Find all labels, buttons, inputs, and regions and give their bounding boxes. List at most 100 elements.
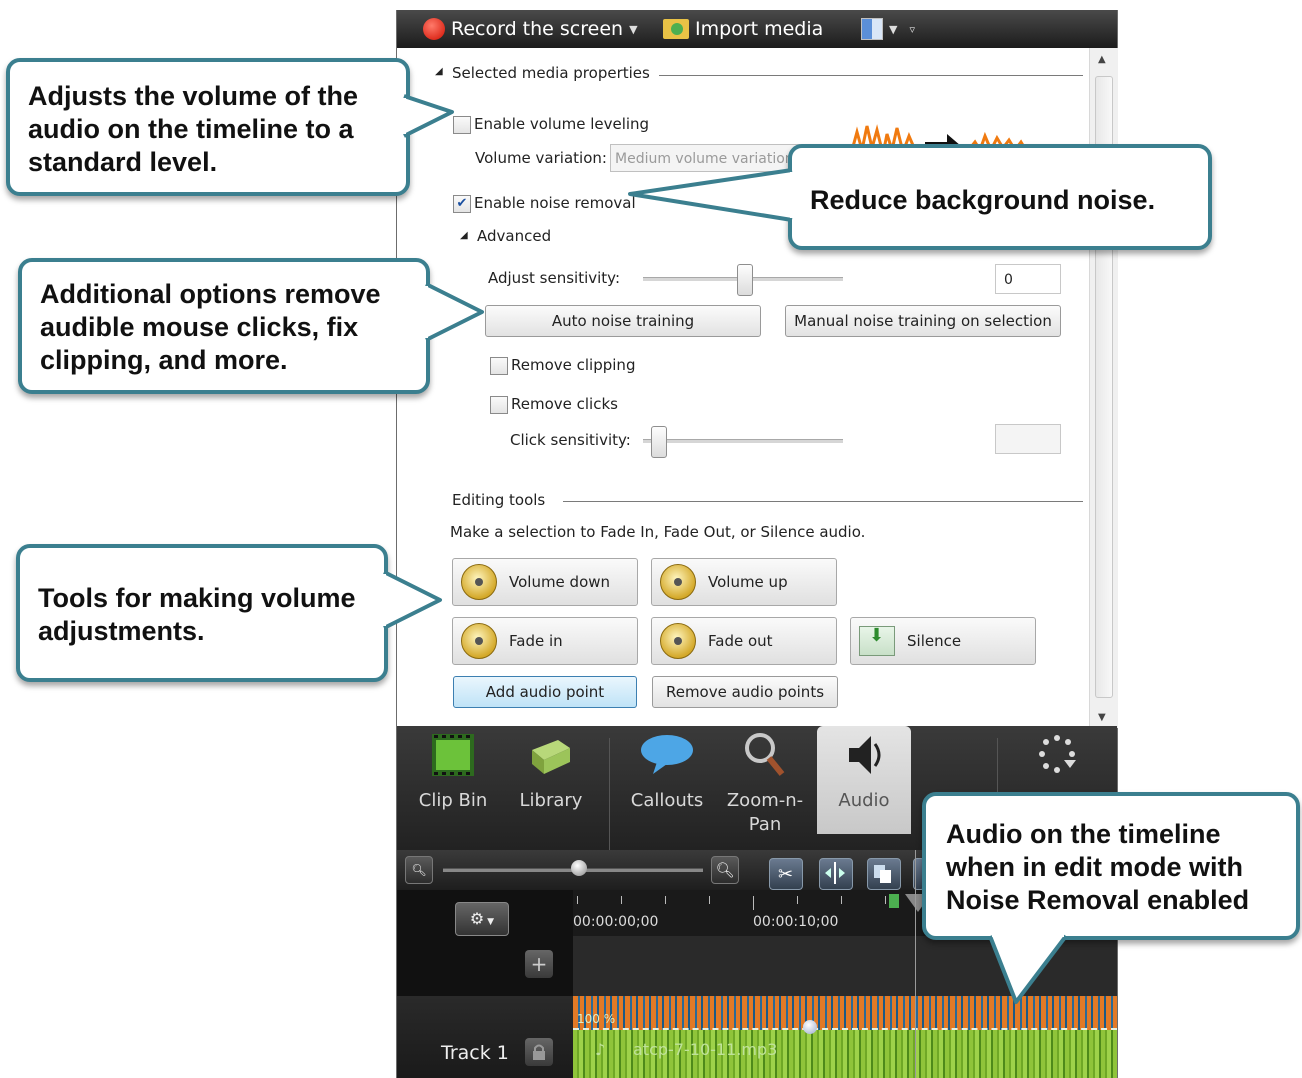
more-tabs-button[interactable] xyxy=(1017,726,1097,785)
ruler-tick xyxy=(577,896,578,904)
fade-out-label: Fade out xyxy=(708,632,773,650)
import-media-button[interactable]: Import media xyxy=(663,18,823,40)
tab-label: Audio xyxy=(838,790,890,811)
click-sensitivity-slider-track[interactable] xyxy=(643,439,843,443)
playhead-line xyxy=(915,850,916,1078)
record-icon xyxy=(423,18,445,40)
chevron-down-icon: ▼ xyxy=(484,917,495,927)
speech-bubble-icon xyxy=(641,735,693,774)
volume-up-button[interactable]: Volume up xyxy=(651,558,837,606)
remove-clipping-checkbox[interactable] xyxy=(490,357,508,375)
clip-level-label: 100 % xyxy=(577,1012,616,1026)
plus-icon: + xyxy=(530,952,548,976)
volume-down-label: Volume down xyxy=(509,573,611,591)
record-screen-button[interactable]: Record the screen ▼ xyxy=(423,18,638,40)
callout-pointer xyxy=(988,930,1068,1004)
auto-noise-training-button[interactable]: Auto noise training xyxy=(485,305,761,337)
zoom-in-icon[interactable]: 🔍︎ xyxy=(711,856,739,884)
manual-noise-training-button[interactable]: Manual noise training on selection xyxy=(785,305,1061,337)
tab-label: Library xyxy=(519,790,583,811)
tab-label: Clip Bin xyxy=(418,790,488,811)
track-lock-button[interactable] xyxy=(525,1038,553,1066)
top-toolbar: Record the screen ▼ Import media ▼ ▿ xyxy=(397,10,1117,48)
tab-audio[interactable]: Audio xyxy=(817,726,911,834)
lock-icon xyxy=(533,1044,545,1060)
scroll-down-icon[interactable]: ▼ xyxy=(1098,712,1106,723)
more-icon xyxy=(1039,735,1076,773)
add-track-button[interactable]: + xyxy=(525,950,553,978)
callout-text: Tools for making volume adjustments. xyxy=(38,583,356,646)
scroll-up-icon[interactable]: ▲ xyxy=(1098,54,1106,65)
copy-icon[interactable] xyxy=(867,858,901,890)
silence-button[interactable]: Silence xyxy=(850,617,1036,665)
callout-volume-leveling: Adjusts the volume of the audio on the t… xyxy=(6,58,410,196)
tab-label: Callouts xyxy=(630,790,704,811)
add-audio-point-button[interactable]: Add audio point xyxy=(453,676,637,708)
tab-library[interactable]: Library xyxy=(505,726,597,813)
chevron-down-icon: ▼ xyxy=(889,22,898,36)
callout-pointer xyxy=(380,570,442,630)
audio-point[interactable] xyxy=(803,1020,817,1034)
callout-text: Audio on the timeline when in edit mode … xyxy=(946,819,1250,915)
fade-out-button[interactable]: Fade out xyxy=(651,617,837,665)
clip-name: atcp-7-10-11.mp3 xyxy=(633,1040,778,1059)
fade-in-button[interactable]: Fade in xyxy=(452,617,638,665)
click-sensitivity-value-field[interactable] xyxy=(995,424,1061,454)
volume-line[interactable] xyxy=(573,1028,1117,1030)
music-note-icon: ♪ xyxy=(595,1040,606,1059)
fade-in-label: Fade in xyxy=(509,632,563,650)
library-icon xyxy=(532,740,570,774)
volume-down-button[interactable]: Volume down xyxy=(452,558,638,606)
remove-audio-points-button[interactable]: Remove audio points xyxy=(652,676,838,708)
volume-variation-label: Volume variation: xyxy=(475,149,607,167)
enable-noise-removal-label: Enable noise removal xyxy=(474,194,636,212)
ruler-tick xyxy=(621,896,622,904)
cut-icon[interactable]: ✂ xyxy=(769,858,803,890)
tab-label: Zoom-n- Pan xyxy=(726,790,804,835)
layout-button[interactable]: ▼ ▿ xyxy=(861,18,915,40)
callout-text: Adjusts the volume of the audio on the t… xyxy=(28,81,359,177)
ruler-tick xyxy=(841,896,842,904)
zoom-out-icon[interactable]: 🔍︎ xyxy=(405,856,433,884)
time-label-mid: 00:00:10;00 xyxy=(753,914,839,930)
tab-clip-bin[interactable]: Clip Bin xyxy=(407,726,499,813)
editing-tools-hint: Make a selection to Fade In, Fade Out, o… xyxy=(450,523,866,541)
record-label: Record the screen xyxy=(451,18,624,40)
silence-label: Silence xyxy=(907,632,962,650)
remove-clicks-checkbox[interactable] xyxy=(490,396,508,414)
ruler-tick xyxy=(753,896,754,910)
enable-volume-leveling-label: Enable volume leveling xyxy=(474,115,650,133)
divider xyxy=(563,501,1083,502)
timeline-settings-button[interactable]: ⚙ ▼ xyxy=(455,902,509,936)
gear-icon: ⚙ xyxy=(469,909,485,928)
editing-tools-title: Editing tools xyxy=(452,491,546,509)
ruler-tick xyxy=(709,896,710,904)
svg-text:✂: ✂ xyxy=(778,864,793,885)
split-icon[interactable] xyxy=(819,858,853,890)
silence-icon xyxy=(859,625,895,656)
callout-noise: Reduce background noise. xyxy=(788,144,1212,250)
enable-noise-removal-checkbox[interactable]: ✔ xyxy=(453,195,471,213)
track-name: Track 1 xyxy=(441,1042,509,1064)
remove-clicks-label: Remove clicks xyxy=(511,395,618,413)
tab-divider xyxy=(609,738,610,850)
tab-zoom-n-pan[interactable]: Zoom-n- Pan xyxy=(719,726,811,837)
playhead-in-marker[interactable] xyxy=(889,894,899,908)
collapse-arrow-icon[interactable]: ◢ xyxy=(460,230,468,241)
layout-icon xyxy=(861,18,883,40)
sensitivity-slider-thumb[interactable] xyxy=(737,264,753,296)
callout-text: Additional options remove audible mouse … xyxy=(40,279,381,375)
volume-up-icon xyxy=(660,564,696,600)
zoom-slider-thumb[interactable] xyxy=(571,860,587,876)
tab-callouts[interactable]: Callouts xyxy=(619,726,715,813)
collapse-arrow-icon[interactable]: ◢ xyxy=(435,66,443,77)
callout-pointer xyxy=(400,94,454,138)
click-sensitivity-slider-thumb[interactable] xyxy=(651,426,667,458)
section-title: Selected media properties xyxy=(452,64,650,82)
callout-text: Reduce background noise. xyxy=(810,185,1156,215)
ruler-tick xyxy=(797,896,798,904)
sensitivity-value-field[interactable]: 0 xyxy=(995,264,1061,294)
fade-in-icon xyxy=(461,623,497,659)
folder-icon xyxy=(663,19,689,39)
fade-out-icon xyxy=(660,623,696,659)
